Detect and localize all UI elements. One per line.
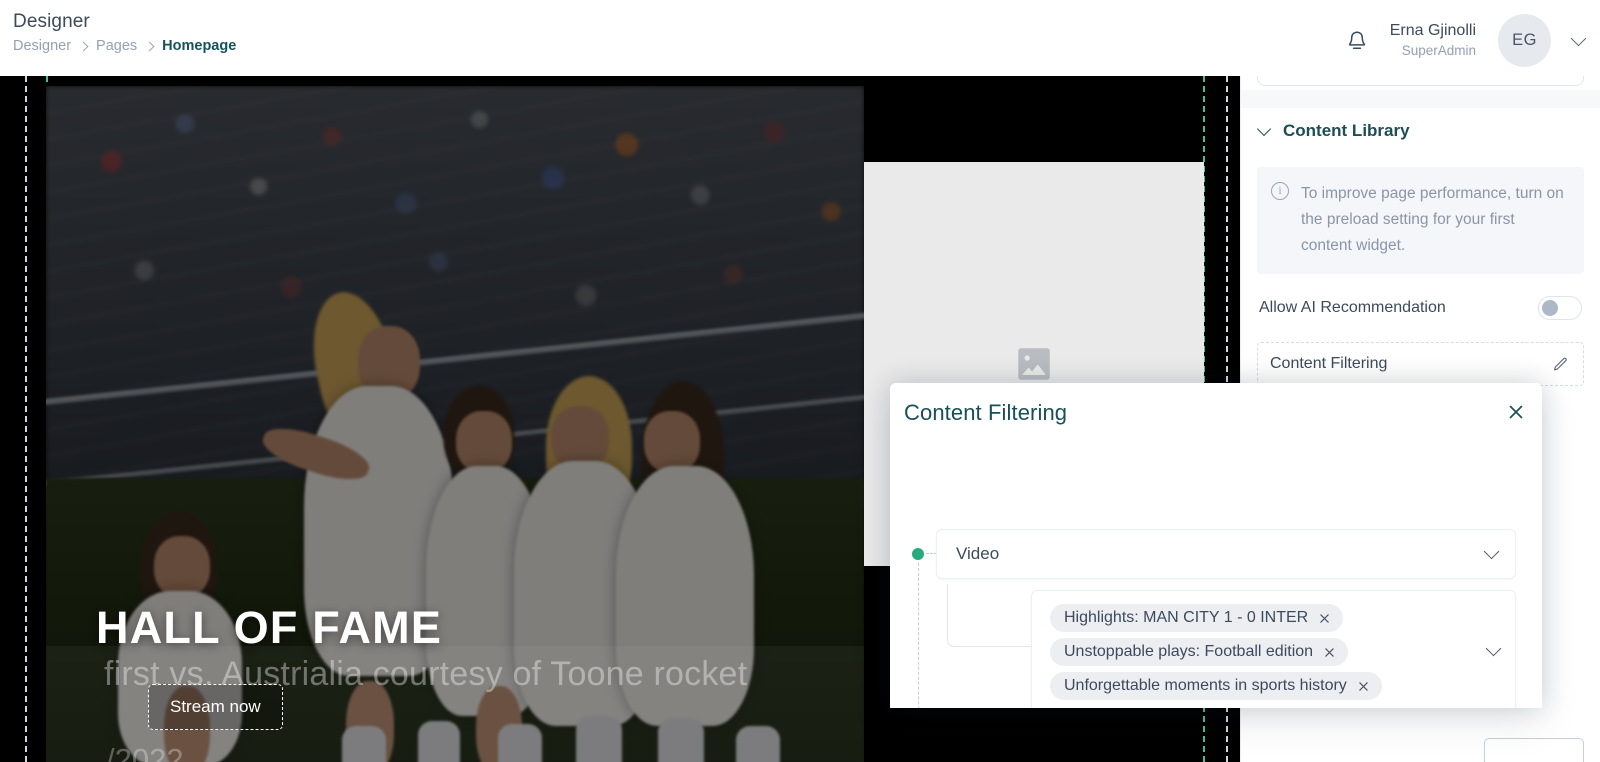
breadcrumb-item-homepage[interactable]: Homepage (162, 38, 236, 54)
tag-chip[interactable]: Unstoppable plays: Football edition (1050, 638, 1349, 666)
image-placeholder-icon (1018, 348, 1050, 380)
close-icon[interactable] (1506, 402, 1526, 422)
ai-recommendation-toggle[interactable] (1538, 296, 1582, 320)
avatar[interactable]: EG (1498, 14, 1551, 67)
chevron-right-icon (144, 41, 155, 51)
hero-widget[interactable]: HALL OF FAME first vs. Austrialia courte… (46, 86, 864, 762)
tag-label: Unstoppable plays: Football edition (1064, 643, 1314, 660)
chevron-down-icon (1483, 543, 1500, 559)
user-meta: Erna Gjinolli SuperAdmin (1390, 21, 1476, 60)
top-bar: Designer Designer Pages Homepage Erna Gj… (0, 0, 1600, 76)
chevron-down-icon[interactable] (1485, 640, 1502, 657)
toggle-knob (1542, 299, 1558, 316)
rule-node-dot-icon (912, 548, 924, 560)
ai-recommendation-row: Allow AI Recommendation (1257, 296, 1584, 320)
tag-label: Unforgettable moments in sports history (1064, 677, 1347, 694)
chevron-down-icon (1256, 121, 1272, 136)
tag-chip[interactable]: Highlights: MAN CITY 1 - 0 INTER (1050, 604, 1344, 632)
breadcrumb: Designer Pages Homepage (13, 38, 236, 54)
breadcrumb-item-designer[interactable]: Designer (13, 38, 71, 54)
bell-icon[interactable] (1346, 29, 1368, 53)
rule-tree-line (917, 563, 919, 708)
content-library-section: Content Library i To improve page perfor… (1241, 114, 1600, 386)
performance-info-box: i To improve page performance, turn on t… (1257, 167, 1584, 274)
info-icon: i (1271, 182, 1289, 200)
hero-heading: HALL OF FAME (96, 602, 443, 653)
breadcrumb-item-pages[interactable]: Pages (96, 38, 137, 54)
sidebar-section-divider (1241, 90, 1600, 108)
tag-remove-icon[interactable] (1324, 647, 1335, 658)
content-type-value: Video (956, 544, 1000, 563)
content-filtering-row[interactable]: Content Filtering (1257, 342, 1584, 386)
user-name: Erna Gjinolli (1389, 22, 1476, 40)
rule-bracket-connector (947, 584, 1031, 647)
filter-rule-row: Video Highlights: MAN CITY 1 - 0 INTER U… (890, 453, 1542, 708)
canvas-guide-left-outer (25, 76, 27, 762)
tag-remove-icon[interactable] (1319, 613, 1330, 624)
content-filtering-modal: Content Filtering Video Highlights: MAN … (890, 383, 1542, 708)
tag-chip[interactable]: Unforgettable moments in sports history (1050, 672, 1382, 700)
modal-title: Content Filtering (904, 400, 1068, 425)
tag-label: Highlights: MAN CITY 1 - 0 INTER (1064, 609, 1309, 626)
page-title: Designer (13, 11, 90, 32)
chevron-right-icon (78, 41, 89, 51)
tag-remove-icon[interactable] (1358, 681, 1369, 692)
sidebar-footer-button[interactable] (1484, 738, 1584, 762)
content-tags-input[interactable]: Highlights: MAN CITY 1 - 0 INTER Unstopp… (1031, 590, 1516, 708)
content-library-title: Content Library (1283, 121, 1410, 140)
header-right: Erna Gjinolli SuperAdmin EG (1346, 0, 1600, 67)
content-type-select[interactable]: Video (936, 529, 1516, 579)
content-filtering-row-label: Content Filtering (1270, 355, 1388, 372)
hero-date-text: /2022 (106, 742, 184, 762)
content-library-header[interactable]: Content Library (1256, 114, 1584, 141)
user-role: SuperAdmin (1401, 43, 1476, 59)
performance-info-text: To improve page performance, turn on the… (1301, 185, 1564, 254)
stream-now-button[interactable]: Stream now (148, 684, 283, 730)
sidebar-previous-field-stub (1257, 76, 1584, 86)
chevron-down-icon[interactable] (1570, 30, 1587, 46)
header-left: Designer Designer Pages Homepage (0, 0, 236, 54)
ai-recommendation-label: Allow AI Recommendation (1259, 299, 1446, 316)
pencil-icon[interactable] (1552, 356, 1569, 373)
